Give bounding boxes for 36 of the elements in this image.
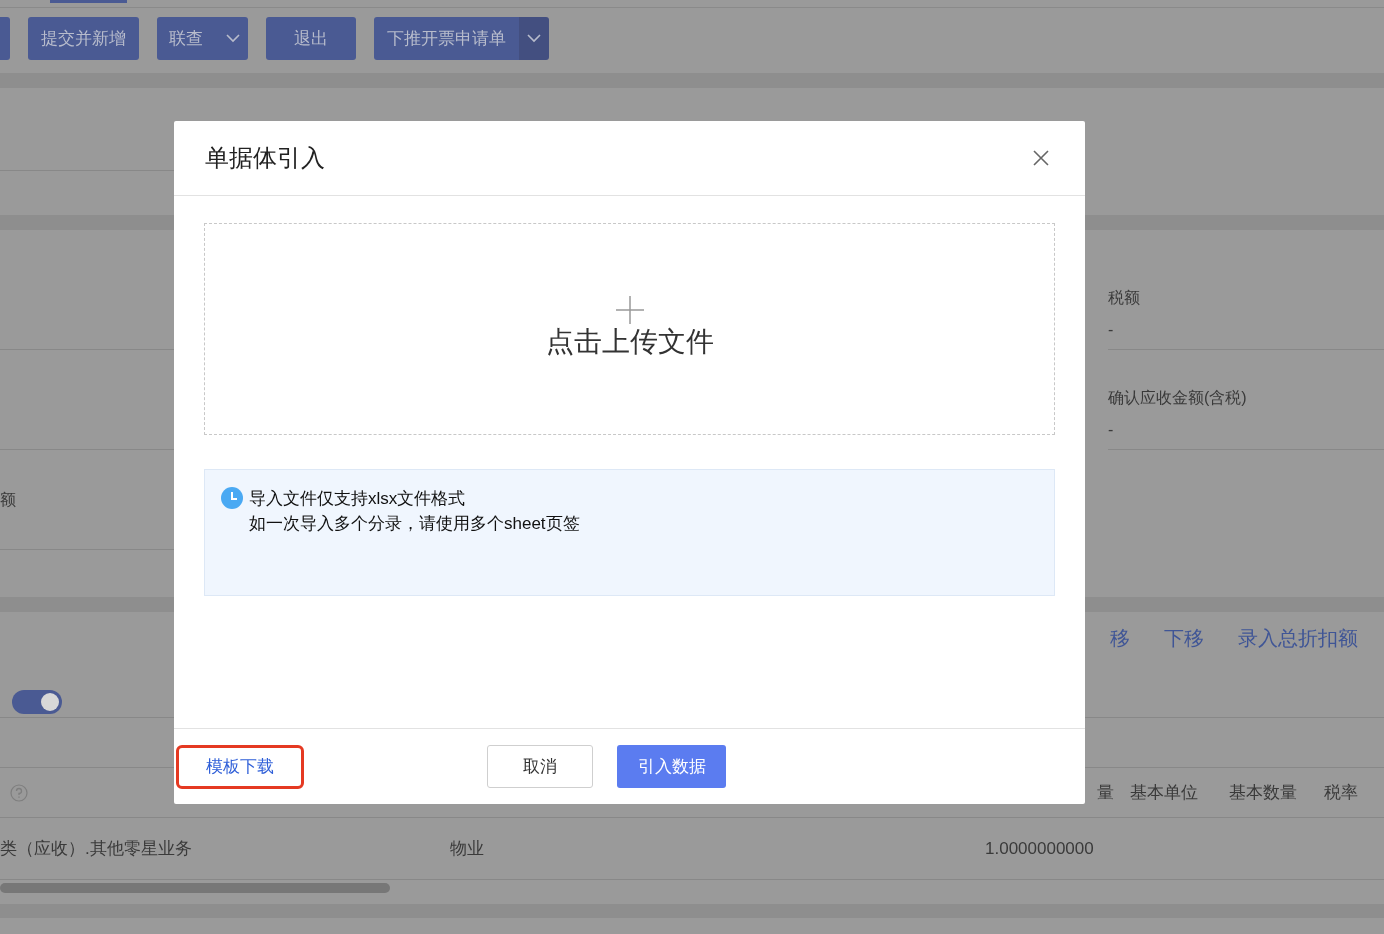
plus-icon	[614, 295, 645, 325]
action-link[interactable]: 移	[1110, 623, 1130, 653]
caret-icon	[226, 34, 240, 43]
upload-area[interactable]: 点击上传文件	[204, 223, 1055, 435]
column-header: 基本单位	[1130, 781, 1199, 804]
upload-text: 点击上传文件	[545, 325, 714, 359]
template-download-link[interactable]: 模板下载	[176, 744, 304, 789]
field-value: -	[1108, 420, 1115, 440]
info-text: 如一次导入多个分录，请使用多个sheet页签	[249, 513, 580, 535]
column-header: 基本数量	[1229, 781, 1298, 804]
help-icon[interactable]	[10, 783, 28, 802]
dropdown-toggle[interactable]	[519, 17, 549, 60]
close-icon[interactable]	[1032, 149, 1050, 167]
column-header: 量	[1097, 781, 1115, 804]
field-label: 税额	[1108, 288, 1141, 308]
caret-icon	[527, 34, 541, 43]
table-cell-text: 1.0000000000	[985, 837, 1095, 860]
field-value: -	[1108, 320, 1115, 340]
toggle-switch[interactable]	[12, 690, 62, 714]
cancel-button[interactable]: 取消	[487, 745, 593, 788]
import-button[interactable]: 引入数据	[617, 745, 726, 788]
column-header: 税率	[1324, 781, 1359, 804]
action-link[interactable]: 录入总折扣额	[1238, 623, 1358, 653]
dialog-title: 单据体引入	[205, 143, 325, 173]
toolbar-button[interactable]: 提交并新增	[28, 17, 139, 60]
toolbar-button[interactable]: 下推开票申请单	[374, 17, 519, 60]
table-cell-text: 类（应收）.其他零星业务	[0, 837, 193, 860]
toolbar-button[interactable]: 退出	[266, 17, 356, 60]
table-cell-text: 物业	[450, 837, 485, 860]
dropdown-button[interactable]: 联查	[157, 17, 248, 60]
scrollbar[interactable]	[0, 883, 390, 893]
clock-icon	[221, 487, 243, 509]
action-link[interactable]: 下移	[1164, 623, 1204, 653]
info-text: 导入文件仅支持xlsx文件格式	[249, 488, 467, 510]
field-label: 确认应收金额(含税)	[1108, 388, 1248, 408]
field-label: 额	[0, 489, 16, 510]
